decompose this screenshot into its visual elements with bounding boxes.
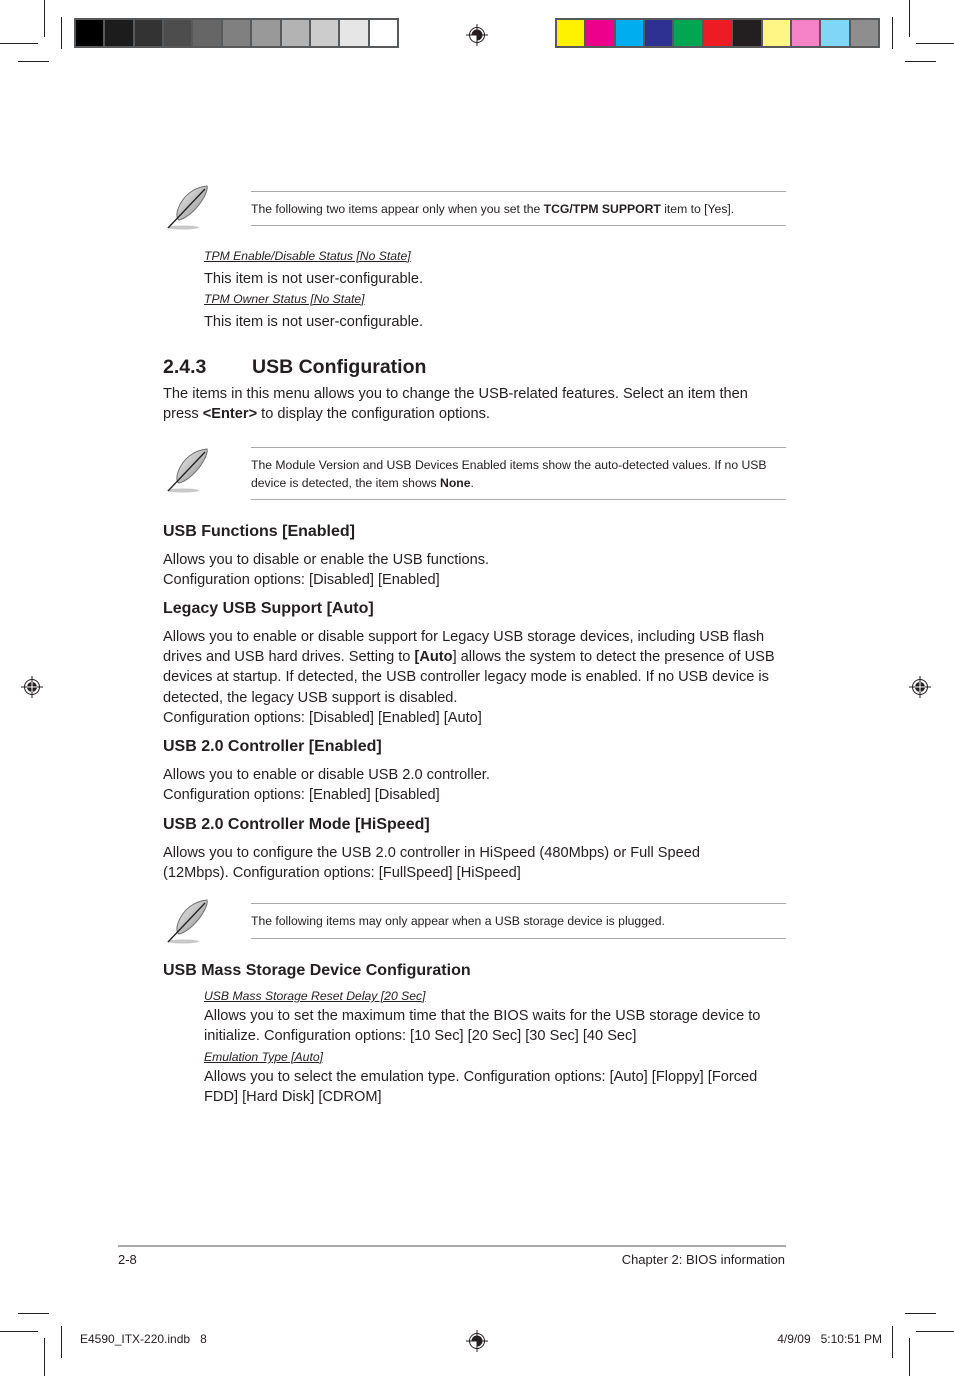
- crop-mark: [18, 61, 49, 62]
- gray-swatch: [252, 20, 280, 46]
- gray-swatch: [105, 20, 133, 46]
- grayscale-swatch-bar: [74, 18, 399, 48]
- crop-mark: [916, 43, 954, 44]
- tpm-enable-status-title: TPM Enable/Disable Status [No State]: [204, 249, 411, 263]
- color-swatch: [762, 20, 790, 46]
- gray-swatch: [369, 20, 397, 46]
- registration-mark-icon: [466, 1330, 488, 1352]
- color-swatch: [586, 20, 614, 46]
- crop-mark: [905, 61, 936, 62]
- crop-mark: [44, 1338, 45, 1376]
- reset-delay-desc: Allows you to set the maximum time that …: [204, 1008, 761, 1045]
- slug-filename: E4590_ITX-220.indb 8: [80, 1332, 207, 1346]
- legacy-usb-desc: Allows you to enable or disable support …: [163, 629, 775, 706]
- feather-note-icon: [163, 897, 213, 945]
- note-box: The following two items appear only when…: [163, 183, 786, 231]
- note-box: The following items may only appear when…: [163, 897, 786, 945]
- gray-swatch: [310, 20, 339, 46]
- crop-mark: [61, 17, 62, 49]
- crop-mark: [44, 0, 45, 37]
- feather-note-icon: [163, 446, 213, 494]
- divider: [251, 938, 786, 939]
- usb2-controller-desc: Allows you to enable or disable USB 2.0 …: [163, 767, 490, 783]
- usb2-controller-options: Configuration options: [Enabled] [Disabl…: [163, 787, 440, 803]
- reset-delay-title: USB Mass Storage Reset Delay [20 Sec]: [204, 989, 426, 1003]
- crop-mark: [0, 43, 38, 44]
- section-title: USB Configuration: [252, 356, 427, 378]
- registration-mark-icon: [21, 676, 43, 698]
- crop-mark: [909, 1338, 910, 1376]
- legacy-usb-options: Configuration options: [Disabled] [Enabl…: [163, 710, 482, 726]
- chapter-label: Chapter 2: BIOS information: [621, 1252, 785, 1267]
- color-swatch: [850, 20, 878, 46]
- crop-mark: [61, 1326, 62, 1358]
- slug-timestamp: 4/9/09 5:10:51 PM: [777, 1332, 882, 1346]
- emulation-type-desc: Allows you to select the emulation type.…: [204, 1069, 758, 1106]
- emulation-type-title: Emulation Type [Auto]: [204, 1050, 323, 1064]
- registration-mark-icon: [909, 676, 931, 698]
- page-number: 2-8: [118, 1252, 137, 1267]
- usb2-controller-mode-desc: Allows you to configure the USB 2.0 cont…: [163, 845, 701, 882]
- color-swatch: [791, 20, 820, 46]
- usb-functions-desc: Allows you to disable or enable the USB …: [163, 552, 490, 568]
- crop-mark: [905, 1313, 936, 1314]
- note-box: The Module Version and USB Devices Enabl…: [163, 440, 786, 500]
- crop-mark: [909, 0, 910, 37]
- note-text: The Module Version and USB Devices Enabl…: [251, 458, 767, 490]
- note-text: The following items may only appear when…: [251, 914, 665, 928]
- gray-swatch: [222, 20, 251, 46]
- divider: [251, 499, 786, 500]
- gray-swatch: [134, 20, 163, 46]
- gray-swatch: [340, 20, 368, 46]
- tpm-owner-status-title: TPM Owner Status [No State]: [204, 292, 365, 306]
- divider: [251, 903, 786, 904]
- tpm-owner-status-desc: This item is not user-configurable.: [204, 314, 423, 330]
- crop-mark: [916, 1331, 954, 1332]
- color-swatch: [615, 20, 644, 46]
- divider: [251, 447, 786, 448]
- crop-mark: [18, 1313, 49, 1314]
- tpm-enable-status-desc: This item is not user-configurable.: [204, 271, 423, 287]
- crop-mark: [892, 1326, 893, 1358]
- note-text: The following two items appear only when…: [251, 202, 735, 216]
- divider: [251, 225, 786, 226]
- section-heading: 2.4.3 USB Configuration: [163, 356, 426, 379]
- gray-swatch: [164, 20, 192, 46]
- item-heading-legacy-usb: Legacy USB Support [Auto]: [163, 600, 374, 617]
- color-swatch: [557, 20, 585, 46]
- item-heading-usb2-controller: USB 2.0 Controller [Enabled]: [163, 738, 382, 755]
- divider: [251, 191, 786, 192]
- color-swatch-bar: [555, 18, 880, 48]
- color-swatch: [703, 20, 732, 46]
- gray-swatch: [281, 20, 309, 46]
- registration-mark-icon: [466, 24, 488, 46]
- footer-rule: [118, 1245, 786, 1247]
- crop-mark: [892, 17, 893, 49]
- color-swatch: [821, 20, 849, 46]
- item-heading-usb-mass-storage: USB Mass Storage Device Configuration: [163, 962, 471, 979]
- color-swatch: [645, 20, 673, 46]
- feather-note-icon: [163, 183, 213, 231]
- item-heading-usb-functions: USB Functions [Enabled]: [163, 523, 355, 540]
- crop-mark: [0, 1331, 38, 1332]
- color-swatch: [674, 20, 702, 46]
- gray-swatch: [76, 20, 104, 46]
- section-intro: The items in this menu allows you to cha…: [163, 386, 748, 423]
- item-heading-usb2-controller-mode: USB 2.0 Controller Mode [HiSpeed]: [163, 816, 430, 833]
- section-number: 2.4.3: [163, 356, 207, 378]
- usb-functions-options: Configuration options: [Disabled] [Enabl…: [163, 572, 440, 588]
- gray-swatch: [193, 20, 221, 46]
- color-swatch: [733, 20, 761, 46]
